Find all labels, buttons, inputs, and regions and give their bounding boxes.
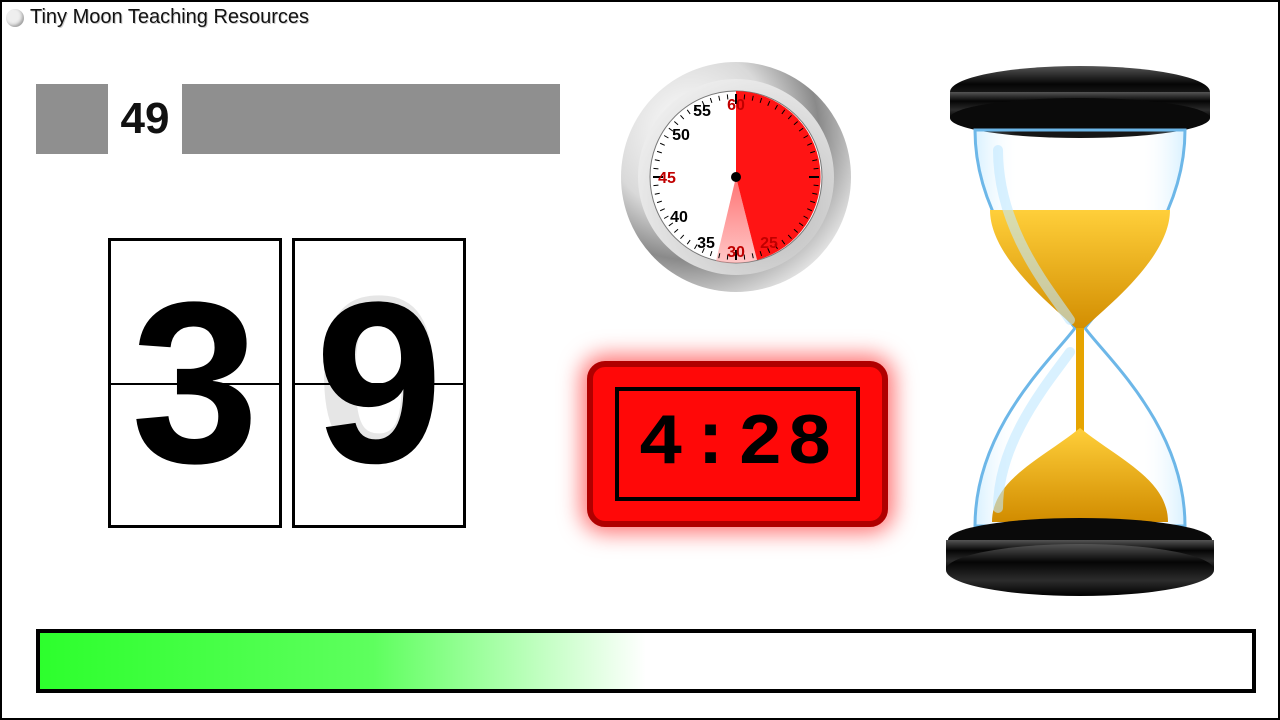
flip-digit: 3 (131, 268, 259, 498)
brand-title: Tiny Moon Teaching Resources (30, 6, 309, 29)
stopwatch-label: 60 (727, 97, 745, 114)
moon-icon (6, 9, 24, 27)
hourglass-timer[interactable] (920, 60, 1240, 600)
flip-card: 3 (108, 238, 282, 528)
stopwatch-label: 55 (693, 103, 711, 120)
brand-header: Tiny Moon Teaching Resources (6, 6, 309, 29)
flip-card: 0 9 (292, 238, 466, 528)
number-strip-left-block (36, 84, 108, 154)
stopwatch-label: 50 (672, 127, 690, 144)
number-strip-timer[interactable]: 49 (36, 84, 560, 154)
stopwatch-label: 35 (697, 235, 715, 252)
stopwatch-label: 45 (658, 170, 676, 187)
stopwatch-label: 30 (727, 244, 745, 261)
number-strip-right-block (182, 84, 560, 154)
progress-bar-fill (40, 633, 646, 689)
stopwatch-icon: 60 55 50 45 40 35 30 25 (619, 60, 853, 294)
number-strip-value: 49 (108, 84, 182, 154)
hourglass-icon (920, 60, 1240, 600)
digital-timer[interactable]: 4:28 (587, 361, 888, 527)
progress-bar-timer[interactable] (36, 629, 1256, 693)
digital-timer-display: 4:28 (638, 403, 836, 485)
stopwatch-label: 25 (760, 235, 778, 252)
flip-digit: 9 (315, 268, 443, 498)
stopwatch-timer[interactable]: 60 55 50 45 40 35 30 25 (619, 60, 853, 294)
flip-clock-timer[interactable]: 3 0 9 (108, 238, 466, 528)
stopwatch-label: 40 (670, 209, 688, 226)
